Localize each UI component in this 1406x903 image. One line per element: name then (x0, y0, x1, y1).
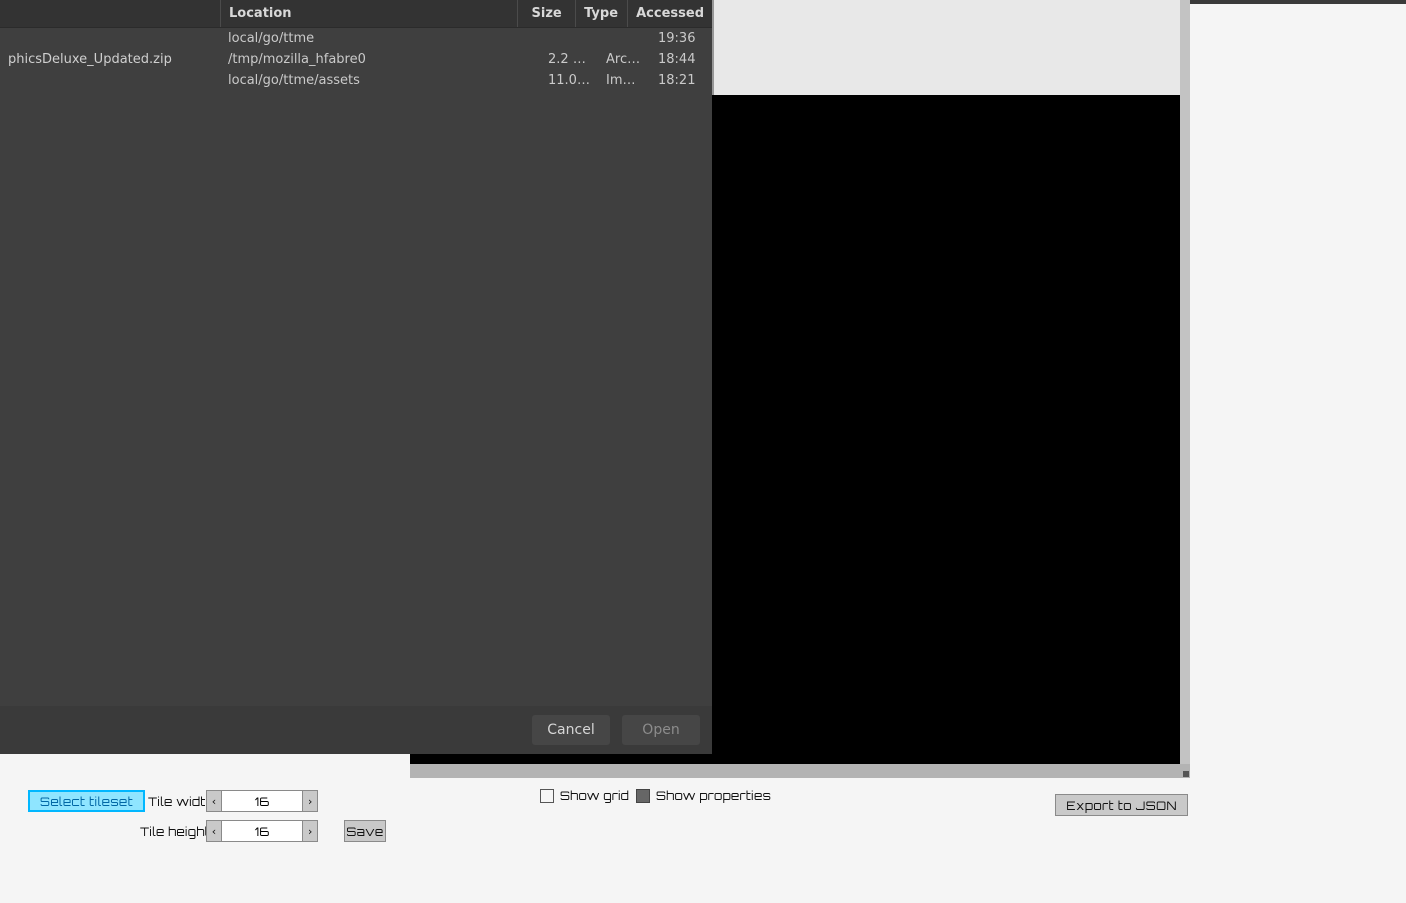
tile-height-input[interactable] (222, 820, 302, 842)
right-side-panel (1190, 0, 1406, 778)
tile-height-decrement[interactable]: ‹ (206, 820, 222, 842)
file-accessed-cell: 18:21 (650, 73, 712, 88)
column-header-location[interactable]: Location (220, 0, 517, 27)
file-list-body: local/go/ttme 19:36 phicsDeluxe_Updated.… (0, 28, 712, 704)
checkbox-box-icon (540, 789, 554, 803)
file-name-cell (0, 73, 220, 88)
canvas-vscrollbar[interactable] (1180, 0, 1190, 764)
file-open-dialog: Location Size Type Accessed local/go/ttm… (0, 0, 712, 754)
file-row[interactable]: phicsDeluxe_Updated.zip /tmp/mozilla_hfa… (0, 49, 712, 70)
tile-height-label: Tile height: (140, 824, 213, 839)
checkbox-box-icon (636, 789, 650, 803)
file-list-header: Location Size Type Accessed (0, 0, 712, 28)
tile-height-stepper: ‹ › (206, 820, 318, 842)
file-name-cell: phicsDeluxe_Updated.zip (0, 52, 220, 67)
tile-width-stepper: ‹ › (206, 790, 318, 812)
dialog-footer: Cancel Open (0, 706, 712, 754)
show-properties-checkbox[interactable]: Show properties (636, 788, 771, 803)
tile-height-increment[interactable]: › (302, 820, 318, 842)
show-grid-label: Show grid (560, 788, 629, 803)
show-grid-checkbox[interactable]: Show grid (540, 788, 629, 803)
file-row[interactable]: local/go/ttme 19:36 (0, 28, 712, 49)
file-accessed-cell: 19:36 (650, 31, 712, 46)
file-row[interactable]: local/go/ttme/assets 11.0 kB Image 18:21 (0, 70, 712, 91)
left-blank-strip (0, 754, 410, 778)
select-tileset-button[interactable]: Select tileset (28, 790, 145, 812)
file-location-cell: local/go/ttme (220, 31, 540, 46)
column-header-name[interactable] (0, 0, 220, 27)
bottom-toolbar: Select tileset Tile width: ‹ › Tile heig… (0, 778, 1406, 903)
file-size-cell: 2.2 MB (540, 52, 598, 67)
file-location-cell: /tmp/mozilla_hfabre0 (220, 52, 540, 67)
tile-width-increment[interactable]: › (302, 790, 318, 812)
canvas-hscrollbar[interactable] (410, 764, 1180, 778)
column-header-size[interactable]: Size (517, 0, 575, 27)
column-header-type[interactable]: Type (575, 0, 627, 27)
tile-width-input[interactable] (222, 790, 302, 812)
cancel-button[interactable]: Cancel (532, 715, 610, 745)
file-accessed-cell: 18:44 (650, 52, 712, 67)
file-size-cell (540, 31, 598, 46)
save-button[interactable]: Save (344, 820, 386, 842)
open-button[interactable]: Open (622, 715, 700, 745)
show-properties-label: Show properties (656, 788, 771, 803)
file-location-cell: local/go/ttme/assets (220, 73, 540, 88)
export-json-button[interactable]: Export to JSON (1055, 794, 1188, 816)
column-header-accessed[interactable]: Accessed (627, 0, 712, 27)
tile-width-decrement[interactable]: ‹ (206, 790, 222, 812)
file-type-cell: Archive (598, 52, 650, 67)
file-type-cell (598, 31, 650, 46)
file-name-cell (0, 31, 220, 46)
canvas-resize-grip[interactable] (1180, 764, 1190, 778)
file-type-cell: Image (598, 73, 650, 88)
file-size-cell: 11.0 kB (540, 73, 598, 88)
